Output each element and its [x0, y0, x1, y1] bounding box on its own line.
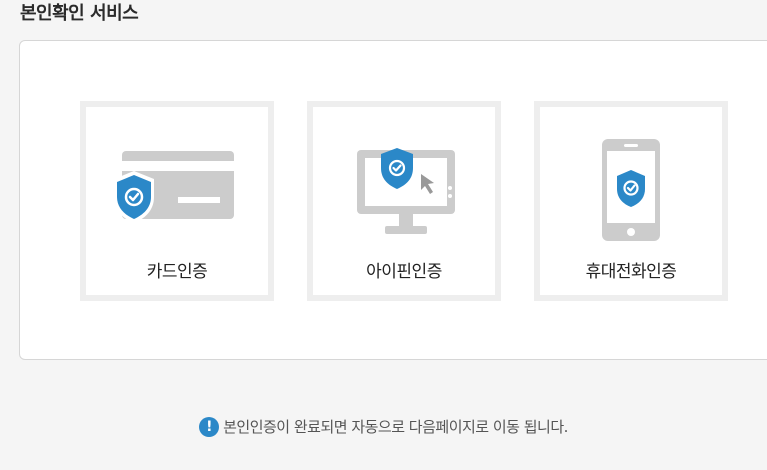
auto-redirect-notice: ! 본인인증이 완료되면 자동으로 다음페이지로 이동 됩니다. — [0, 416, 767, 437]
card-verification-option[interactable]: 카드인증 — [80, 101, 274, 301]
ipin-verification-label: 아이핀인증 — [366, 262, 442, 282]
exclamation-icon: ! — [199, 416, 220, 437]
monitor-shield-icon — [313, 135, 495, 245]
notice-text: 본인인증이 완료되면 자동으로 다음페이지로 이동 됩니다. — [223, 418, 568, 436]
smartphone-shield-icon — [540, 135, 722, 245]
page-title: 본인확인 서비스 — [20, 3, 139, 24]
phone-verification-option[interactable]: 휴대전화인증 — [534, 101, 728, 301]
credit-card-shield-icon — [86, 135, 268, 245]
ipin-verification-option[interactable]: 아이핀인증 — [307, 101, 501, 301]
phone-verification-label: 휴대전화인증 — [585, 262, 677, 282]
card-verification-label: 카드인증 — [146, 262, 208, 282]
